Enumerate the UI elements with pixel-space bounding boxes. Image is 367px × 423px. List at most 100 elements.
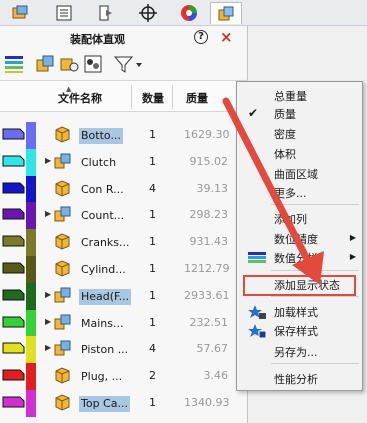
component-qty: 1: [149, 315, 156, 329]
menu-item[interactable]: 总重量: [237, 86, 362, 105]
menu-item[interactable]: 曲面区域: [237, 164, 362, 183]
component-row[interactable]: ▶ Clutch 1 915.02: [0, 148, 248, 176]
component-row[interactable]: Con R... 4 39.13: [0, 175, 248, 203]
flat-view-icon[interactable]: [58, 53, 80, 75]
component-name[interactable]: Top Ca...: [79, 396, 130, 412]
expand-arrow-icon[interactable]: ▶: [45, 209, 51, 218]
color-gradient-icon[interactable]: [3, 53, 25, 75]
component-name[interactable]: Con R...: [79, 182, 126, 198]
component-row[interactable]: Cylind... 1 1212.79: [0, 256, 248, 283]
component-name[interactable]: Count...: [79, 208, 126, 224]
tab-feature-manager[interactable]: [4, 2, 36, 24]
part-icon: [55, 394, 70, 411]
color-swatch-icon: [2, 155, 25, 167]
menu-item[interactable]: 添加列: [237, 209, 362, 228]
assembly-visualization-panel: 装配体直观 ? × ▲ 文件名称 数量 质量 Botto... 1 1629.30 ▶…: [0, 26, 248, 423]
menu-divider: [271, 270, 359, 271]
menu-item[interactable]: ✔ 质量: [237, 104, 362, 123]
expand-arrow-icon[interactable]: ▶: [45, 343, 51, 352]
menu-item-label: 数位精度: [274, 233, 318, 246]
menu-item[interactable]: 另存为...: [237, 342, 362, 361]
component-name[interactable]: Cranks...: [79, 235, 132, 251]
configuration-manager-icon: [99, 5, 112, 21]
component-row[interactable]: Cranks... 1 931.43: [0, 229, 248, 257]
color-swatch-icon: [2, 182, 25, 194]
column-header-qty[interactable]: 数量: [142, 90, 164, 106]
menu-item-label: 质量: [274, 108, 296, 121]
component-name[interactable]: Mains...: [79, 316, 125, 332]
component-row[interactable]: ▶ Piston ... 4 57.67: [0, 336, 248, 364]
column-header: ▲ 文件名称 数量 质量: [0, 80, 248, 112]
panel-toolbar: [0, 48, 248, 78]
expand-arrow-icon[interactable]: ▶: [45, 317, 51, 326]
tab-assembly-visualization[interactable]: [210, 2, 242, 24]
menu-item-label: 性能分析: [274, 373, 318, 386]
menu-item-label: 密度: [274, 128, 296, 141]
part-icon: [55, 260, 70, 277]
component-row[interactable]: ▶ Count... 1 298.23: [0, 202, 248, 230]
menu-divider: [271, 363, 359, 364]
component-name[interactable]: Plug, ...: [79, 369, 124, 385]
menu-item[interactable]: 数值分栏 ▶: [237, 248, 362, 267]
color-bar: [26, 282, 36, 310]
color-bar: [26, 148, 36, 176]
component-row[interactable]: Top Ca... 1 1340.93: [0, 390, 248, 417]
component-name[interactable]: Head(F...: [79, 288, 132, 305]
menu-item[interactable]: 保存样式: [237, 321, 362, 340]
menu-item[interactable]: 更多...: [237, 183, 362, 202]
menu-item[interactable]: 体积: [237, 144, 362, 163]
component-mass: 1212.79: [184, 262, 230, 275]
component-row[interactable]: ▶ Mains... 1 232.51: [0, 309, 248, 337]
component-row[interactable]: Plug, ... 2 3.46: [0, 363, 248, 391]
component-mass: 298.23: [189, 208, 229, 222]
filter-icon[interactable]: [112, 53, 144, 75]
color-bar: [26, 336, 36, 364]
color-swatch-icon: [2, 235, 25, 247]
menu-item[interactable]: 加载样式: [237, 302, 362, 321]
component-mass: 1340.93: [184, 396, 230, 409]
expand-arrow-icon[interactable]: ▶: [45, 290, 51, 299]
expand-arrow-icon[interactable]: ▶: [45, 156, 51, 165]
close-icon[interactable]: ×: [220, 28, 233, 46]
color-bar: [26, 363, 36, 391]
hide-show-icon[interactable]: [82, 53, 104, 75]
component-qty: 1: [149, 288, 156, 302]
assembly-visualization-icon: [218, 6, 234, 20]
tab-display-manager[interactable]: [173, 2, 205, 24]
color-bar: [26, 390, 36, 417]
feature-manager-icon: [12, 5, 28, 19]
component-mass: 931.43: [189, 235, 229, 249]
menu-item[interactable]: 性能分析: [237, 369, 362, 388]
component-name[interactable]: Cylind...: [79, 262, 128, 278]
color-bar: [26, 122, 36, 149]
column-header-name[interactable]: 文件名称: [58, 90, 102, 106]
component-qty: 1: [149, 128, 156, 141]
assembly-icon[interactable]: [34, 53, 56, 75]
menu-item[interactable]: 密度: [237, 124, 362, 143]
menu-divider: [271, 296, 359, 297]
column-separator[interactable]: [172, 85, 173, 109]
component-name[interactable]: Piston ...: [79, 342, 130, 358]
color-swatch-icon: [2, 342, 25, 354]
tab-property-manager[interactable]: [48, 2, 80, 24]
subassembly-icon: [54, 153, 71, 169]
component-row[interactable]: Botto... 1 1629.30: [0, 122, 248, 149]
component-qty: 1: [149, 396, 156, 409]
component-name[interactable]: Clutch: [79, 155, 118, 171]
component-name[interactable]: Botto...: [79, 128, 123, 144]
help-icon[interactable]: ?: [194, 30, 208, 44]
component-mass: 232.51: [189, 315, 229, 329]
display-manager-icon: [181, 5, 197, 21]
menu-item[interactable]: 数位精度 ▶: [237, 229, 362, 248]
tab-configuration-manager[interactable]: [90, 2, 122, 24]
column-header-mass[interactable]: 质量: [186, 90, 208, 106]
component-row[interactable]: ▶ Head(F... 1 2933.61: [0, 282, 248, 310]
load-style-icon: [248, 305, 266, 319]
menu-divider: [271, 204, 359, 205]
component-mass: 1629.30: [184, 128, 230, 141]
color-bar: [26, 256, 36, 283]
component-mass: 2933.61: [184, 288, 230, 302]
tab-dimxpert[interactable]: [132, 2, 164, 24]
column-separator[interactable]: [131, 85, 132, 109]
column-context-menu: 总重量 ✔ 质量 密度 体积 曲面区域 更多... 添加列 数位精度 ▶ 数值分栏 ▶ 添加显示状态 加载…: [236, 81, 363, 391]
